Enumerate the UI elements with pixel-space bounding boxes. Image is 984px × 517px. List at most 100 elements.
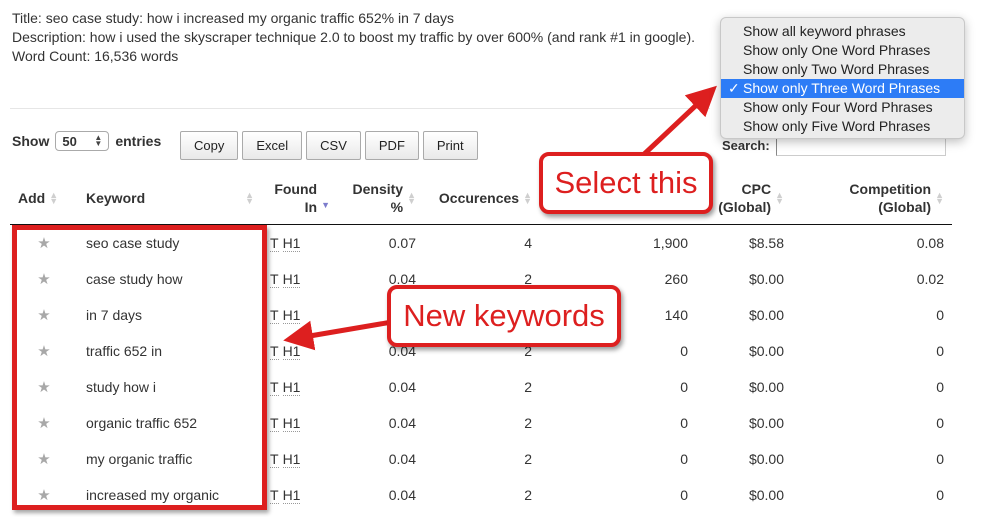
occurences-cell: 4	[524, 235, 532, 251]
sort-both-icon: ▲ ▼	[523, 190, 532, 206]
sort-both-icon: ▲ ▼	[775, 190, 784, 206]
found-in-cell: T H1	[262, 297, 338, 333]
found-tag: H1	[282, 343, 301, 360]
menu-item-label: Show only One Word Phrases	[743, 42, 931, 58]
found-in-cell: T H1	[262, 225, 338, 262]
entries-value: 50	[62, 133, 77, 149]
found-tag: T	[270, 415, 279, 432]
menu-item-2[interactable]: Show only Two Word Phrases	[721, 60, 964, 79]
found-tag: H1	[282, 415, 301, 432]
select-arrows-icon: ▲ ▼	[94, 133, 103, 148]
col-cpc-label-1: CPC	[741, 181, 772, 197]
menu-item-1[interactable]: Show only One Word Phrases	[721, 41, 964, 60]
volume-cell: 0	[680, 451, 688, 467]
col-competition-label-2: (Global)	[878, 199, 932, 215]
competition-cell: 0	[936, 343, 944, 359]
entries-select[interactable]: 50 ▲ ▼	[55, 131, 110, 151]
phrase-filter-menu: Show all keyword phrases Show only One Wo…	[720, 17, 965, 139]
checkmark-icon: ✓	[728, 80, 740, 96]
entries-length-control: Show 50 ▲ ▼ entries	[12, 131, 161, 151]
col-keyword[interactable]: Keyword ▲ ▼	[78, 172, 262, 225]
competition-cell: 0	[936, 307, 944, 323]
competition-cell: 0	[936, 379, 944, 395]
table-header-row: Add ▲ ▼ Keyword ▲ ▼ Found In ▼ Density% ▲ ▼ Occu…	[10, 172, 952, 225]
new-keywords-highlight-box	[12, 225, 267, 510]
col-density[interactable]: Density% ▲ ▼	[338, 172, 424, 225]
found-tag: T	[270, 343, 279, 360]
arrow-to-menu-icon	[638, 85, 717, 160]
copy-button[interactable]: Copy	[180, 131, 239, 160]
menu-item-label: Show only Four Word Phrases	[743, 99, 933, 115]
col-found-label-1: Found	[274, 181, 318, 197]
volume-cell: 0	[680, 487, 688, 503]
col-found-in[interactable]: Found In ▼	[262, 172, 338, 225]
menu-item-5[interactable]: Show only Five Word Phrases	[721, 117, 964, 136]
page-meta: Title: seo case study: how i increased m…	[12, 9, 695, 66]
meta-word-count: Word Count: 16,536 words	[12, 48, 179, 64]
entries-prefix: Show	[12, 133, 50, 149]
sort-both-icon: ▲ ▼	[407, 190, 416, 206]
cpc-cell: $0.00	[748, 271, 784, 287]
col-density-label-1: Density	[352, 181, 404, 197]
found-tag: H1	[282, 379, 301, 396]
found-in-cell: T H1	[262, 441, 338, 477]
menu-item-4[interactable]: Show only Four Word Phrases	[721, 98, 964, 117]
cpc-cell: $0.00	[748, 343, 784, 359]
found-tag: T	[270, 307, 279, 324]
density-cell: 0.04	[388, 451, 416, 467]
cpc-cell: $0.00	[748, 451, 784, 467]
found-in-cell: T H1	[262, 369, 338, 405]
found-tag: T	[270, 271, 279, 288]
occurences-cell: 2	[524, 415, 532, 431]
meta-title: Title: seo case study: how i increased m…	[12, 10, 454, 26]
sort-both-icon: ▲ ▼	[245, 190, 254, 206]
competition-cell: 0	[936, 451, 944, 467]
col-add[interactable]: Add ▲ ▼	[10, 172, 78, 225]
found-tag: H1	[282, 235, 301, 252]
col-keyword-label: Keyword	[86, 190, 146, 206]
volume-cell: 0	[680, 379, 688, 395]
found-in-cell: T H1	[262, 261, 338, 297]
col-occurences[interactable]: Occurences ▲ ▼	[424, 172, 540, 225]
section-divider	[10, 108, 710, 109]
found-tag: T	[270, 451, 279, 468]
found-tag: T	[270, 487, 279, 504]
competition-cell: 0	[936, 415, 944, 431]
menu-item-3[interactable]: ✓ Show only Three Word Phrases	[721, 79, 964, 98]
search-label: Search:	[722, 137, 770, 153]
found-tag: T	[270, 379, 279, 396]
meta-description: Description: how i used the skyscraper t…	[12, 29, 695, 45]
menu-item-label: Show only Three Word Phrases	[743, 80, 941, 96]
print-button[interactable]: Print	[422, 131, 478, 160]
occurences-cell: 2	[524, 451, 532, 467]
cpc-cell: $8.58	[748, 235, 784, 251]
density-cell: 0.04	[388, 487, 416, 503]
menu-item-label: Show only Two Word Phrases	[743, 61, 930, 77]
select-this-callout: Select this	[539, 152, 713, 214]
sort-both-icon: ▲ ▼	[49, 190, 59, 206]
density-cell: 0.07	[388, 235, 416, 251]
competition-cell: 0.02	[916, 271, 944, 287]
excel-button[interactable]: Excel	[242, 131, 303, 160]
competition-cell: 0.08	[916, 235, 944, 251]
found-tag: H1	[282, 451, 301, 468]
export-buttons: Copy Excel CSV PDF Print	[180, 131, 478, 160]
entries-suffix: entries	[115, 133, 162, 149]
found-tag: H1	[282, 307, 301, 324]
density-cell: 0.04	[388, 379, 416, 395]
competition-cell: 0	[936, 487, 944, 503]
csv-button[interactable]: CSV	[306, 131, 361, 160]
cpc-cell: $0.00	[748, 487, 784, 503]
menu-item-0[interactable]: Show all keyword phrases	[721, 22, 964, 41]
occurences-cell: 2	[524, 379, 532, 395]
volume-cell: 0	[680, 415, 688, 431]
found-tag: T	[270, 235, 279, 252]
col-competition[interactable]: Competition (Global) ▲ ▼	[792, 172, 952, 225]
col-density-label-2: %	[390, 199, 404, 215]
volume-cell: 1,900	[652, 235, 688, 251]
pdf-button[interactable]: PDF	[364, 131, 419, 160]
new-keywords-callout: New keywords	[387, 285, 621, 347]
col-cpc-label-2: (Global)	[718, 199, 772, 215]
cpc-cell: $0.00	[748, 379, 784, 395]
sort-desc-icon: ▼	[321, 200, 330, 210]
